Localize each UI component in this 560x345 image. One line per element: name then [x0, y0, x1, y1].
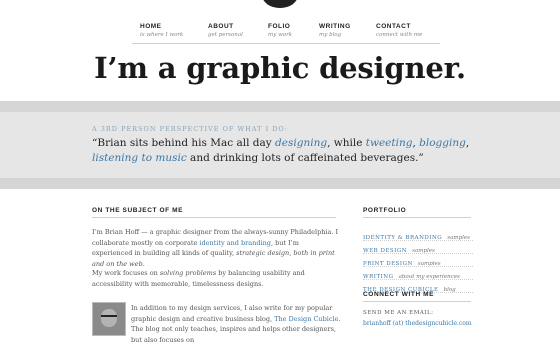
nav-home-sub: is where I work — [140, 32, 184, 38]
nav-writing-label: WRITING — [319, 23, 351, 30]
nav-folio-label: FOLIO — [268, 23, 291, 30]
nav-writing[interactable]: WRITING my blog — [319, 23, 351, 39]
nav-home-label: HOME — [140, 23, 162, 30]
quote-text-2: , while — [327, 137, 366, 149]
intro-kicker: A 3rd person perspective of what I do: — [92, 125, 288, 133]
email-link[interactable]: brianhoff (at) thedesigncubicle.com — [363, 320, 472, 327]
portfolio-item-print-design[interactable]: Print Design samples — [363, 254, 473, 267]
band-top-edge — [0, 101, 560, 112]
logo[interactable] — [262, 0, 298, 8]
portfolio-item-writing[interactable]: Writing about my experiences — [363, 267, 473, 280]
link-tweeting[interactable]: tweeting — [366, 137, 413, 149]
avatar-glasses — [101, 315, 117, 321]
band-bottom-edge — [0, 178, 560, 189]
about-p1-text-c: . — [142, 259, 145, 268]
link-designing[interactable]: designing — [275, 137, 327, 149]
quote-text-4: , — [465, 137, 470, 149]
nav-writing-sub: my blog — [319, 32, 342, 38]
quote-text-5: and drinking lots of caffeinated beverag… — [186, 152, 424, 164]
email-label: SEND ME AN EMAIL: — [363, 310, 434, 316]
quote-text-1: “Brian sits behind his Mac all day — [92, 137, 276, 149]
main-nav: HOME is where I work ABOUT get personal … — [132, 23, 440, 44]
link-identity-and-branding[interactable]: identity and branding — [199, 239, 271, 247]
author-avatar — [92, 302, 126, 336]
link-listening-to-music[interactable]: listening to music — [92, 152, 187, 164]
about-heading-rule — [92, 217, 336, 218]
link-blogging[interactable]: blogging — [419, 137, 466, 149]
about-p2-text-a: My work focuses on — [92, 269, 160, 277]
about-paragraph-2: My work focuses on solving problems by b… — [92, 268, 342, 289]
about-paragraph-3: In addition to my design services, I als… — [131, 303, 341, 345]
nav-about[interactable]: ABOUT get personal — [208, 23, 243, 39]
about-heading: On the subject of me — [92, 207, 184, 214]
nav-folio-sub: my work — [268, 32, 293, 38]
link-the-design-cubicle[interactable]: The Design Cubicle — [274, 315, 338, 323]
nav-about-label: ABOUT — [208, 23, 234, 30]
connect-heading: Connect with me — [363, 291, 435, 298]
nav-home[interactable]: HOME is where I work — [140, 23, 183, 39]
portfolio-heading: Portfolio — [363, 207, 407, 214]
portfolio-item-sub: samples — [447, 235, 470, 241]
portfolio-heading-rule — [363, 217, 471, 218]
portfolio-item-web-design[interactable]: Web Design samples — [363, 241, 473, 254]
nav-folio[interactable]: FOLIO my work — [268, 23, 292, 39]
portfolio-list: Identity & Branding samples Web Design s… — [363, 228, 473, 293]
portfolio-item-identity-branding[interactable]: Identity & Branding samples — [363, 228, 473, 241]
about-p2-emphasis: solving problems — [159, 269, 217, 277]
connect-heading-rule — [363, 301, 471, 302]
nav-contact-label: CONTACT — [376, 23, 411, 30]
nav-contact-sub: connect with me — [376, 32, 423, 38]
portfolio-item-sub: blog — [443, 287, 456, 293]
page-headline: I’m a graphic designer. — [94, 51, 466, 85]
nav-contact[interactable]: CONTACT connect with me — [376, 23, 422, 39]
nav-about-sub: get personal — [208, 32, 243, 38]
about-paragraph-1: I’m Brian Hoff — a graphic designer from… — [92, 227, 340, 269]
intro-quote: “Brian sits behind his Mac all day desig… — [92, 136, 472, 166]
